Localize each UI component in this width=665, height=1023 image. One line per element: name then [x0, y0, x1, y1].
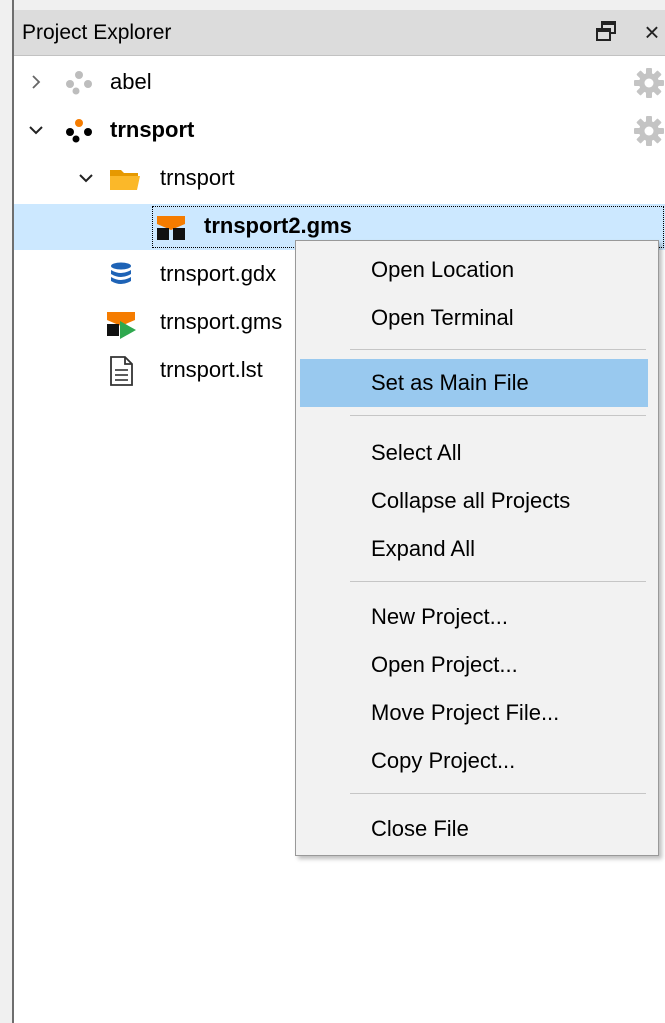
float-window-icon[interactable]	[594, 18, 620, 46]
menu-item-open-terminal[interactable]: Open Terminal	[300, 294, 648, 342]
menu-item-label: Copy Project...	[371, 748, 516, 773]
menu-item-label: Close File	[371, 816, 469, 841]
panel-title: Project Explorer	[22, 21, 172, 44]
menu-separator	[350, 349, 646, 350]
gear-icon[interactable]	[632, 66, 665, 100]
context-menu: Open Location Open Terminal Set as Main …	[295, 240, 659, 856]
tree-item-trnsport-folder[interactable]: trnsport	[14, 156, 665, 202]
menu-item-open-location[interactable]: Open Location	[300, 246, 648, 294]
menu-item-expand-all[interactable]: Expand All	[300, 525, 648, 573]
tree-item-label: trnsport	[160, 165, 235, 190]
document-icon	[104, 354, 138, 388]
tree-item-label: trnsport.gdx	[160, 261, 277, 286]
menu-separator	[350, 415, 646, 416]
menu-item-copy-project[interactable]: Copy Project...	[300, 737, 648, 785]
gams-run-file-icon	[104, 306, 138, 340]
menu-separator	[350, 793, 646, 794]
menu-separator	[350, 581, 646, 582]
menu-item-open-project[interactable]: Open Project...	[300, 641, 648, 689]
tree-item-trnsport-project[interactable]: trnsport	[14, 108, 665, 154]
menu-item-label: Collapse all Projects	[371, 488, 571, 513]
project-icon	[62, 114, 96, 148]
menu-item-label: Set as Main File	[371, 370, 529, 395]
panel-titlebar: Project Explorer ×	[14, 10, 665, 56]
folder-icon	[108, 162, 142, 196]
tree-item-label: trnsport.lst	[160, 357, 263, 382]
gear-icon[interactable]	[632, 114, 665, 148]
menu-item-label: Expand All	[371, 536, 475, 561]
close-icon[interactable]: ×	[638, 16, 665, 48]
tree-item-label: trnsport	[110, 117, 195, 142]
menu-item-select-all[interactable]: Select All	[300, 429, 648, 477]
menu-item-collapse-all-projects[interactable]: Collapse all Projects	[300, 477, 648, 525]
project-explorer-panel: Project Explorer × abel trnsport trnspor…	[0, 0, 665, 1023]
chevron-down-icon[interactable]	[26, 118, 46, 142]
left-border	[0, 0, 12, 1023]
tree-item-label: trnsport.gms	[160, 309, 283, 334]
tree-item-label: trnsport2.gms	[204, 213, 352, 238]
menu-item-label: New Project...	[371, 604, 508, 629]
project-icon	[62, 66, 96, 100]
menu-item-label: Move Project File...	[371, 700, 560, 725]
tree-item-label: abel	[110, 69, 152, 94]
top-strip	[0, 0, 665, 10]
tree-item-abel[interactable]: abel	[14, 60, 665, 106]
chevron-right-icon[interactable]	[26, 70, 46, 94]
database-icon	[104, 258, 138, 292]
menu-item-label: Open Location	[371, 257, 515, 282]
menu-item-move-project-file[interactable]: Move Project File...	[300, 689, 648, 737]
menu-item-set-as-main-file[interactable]: Set as Main File	[300, 359, 648, 407]
menu-item-new-project[interactable]: New Project...	[300, 593, 648, 641]
menu-item-close-file[interactable]: Close File	[300, 805, 648, 853]
gams-file-icon	[154, 210, 188, 244]
menu-item-label: Open Terminal	[371, 305, 514, 330]
chevron-down-icon[interactable]	[76, 166, 96, 190]
menu-item-label: Select All	[371, 440, 462, 465]
menu-item-label: Open Project...	[371, 652, 518, 677]
